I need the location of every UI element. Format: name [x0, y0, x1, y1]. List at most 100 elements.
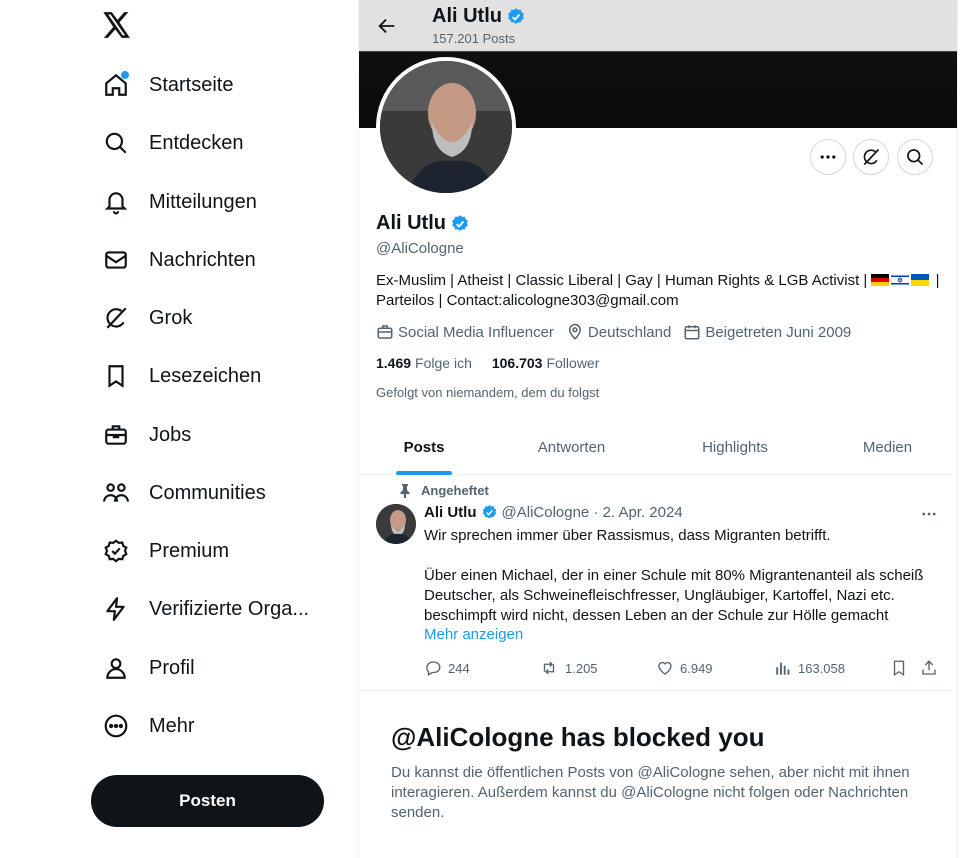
- sidebar-item-mitteilungen[interactable]: Mitteilungen: [96, 177, 257, 227]
- followed-by-text: Gefolgt von niemandem, dem du folgst: [376, 385, 600, 400]
- like-count: 6.949: [680, 660, 713, 676]
- briefcase-icon: [96, 415, 136, 455]
- sidebar-item-label: Communities: [149, 481, 266, 504]
- more-dots-icon: [820, 155, 836, 159]
- sidebar-item-premium[interactable]: Premium: [96, 526, 229, 576]
- sidebar-item-profil[interactable]: Profil: [96, 643, 195, 693]
- verified-badge-icon[interactable]: [481, 504, 498, 521]
- profile-name-text: Ali Utlu: [376, 212, 446, 234]
- divider: [359, 690, 957, 691]
- tweet-text-paragraph: Wir sprechen immer über Rassismus, dass …: [424, 527, 831, 544]
- location-pin-icon: [568, 323, 581, 340]
- followers-link[interactable]: 106.703 Follower: [492, 355, 600, 371]
- profile-joined: Beigetreten Juni 2009: [683, 323, 851, 341]
- flag-ukraine-icon: [911, 274, 930, 286]
- profile-location-text: Deutschland: [587, 323, 672, 341]
- sidebar-item-label: Nachrichten: [149, 248, 256, 271]
- calendar-icon: [684, 325, 700, 340]
- more-options-button[interactable]: [810, 139, 846, 175]
- blocked-title: @AliCologne has blocked you: [391, 722, 765, 752]
- bell-icon: [96, 182, 136, 222]
- bio-line-2: Parteilos | Contact:alicologne303@gmail.…: [376, 292, 679, 309]
- sidebar-item-label: Verifizierte Orga...: [149, 597, 310, 620]
- repost-button[interactable]: 1.205: [539, 656, 598, 680]
- tab-medien[interactable]: Medien: [816, 420, 957, 475]
- reply-button[interactable]: 244: [424, 656, 470, 680]
- sidebar-item-entdecken[interactable]: Entdecken: [96, 118, 244, 168]
- verified-badge-icon[interactable]: [506, 7, 526, 27]
- tweet-avatar[interactable]: [376, 504, 416, 544]
- views-button[interactable]: 163.058: [774, 656, 845, 680]
- repost-icon: [543, 661, 555, 675]
- lightning-icon: [96, 589, 136, 629]
- profile-meta: Social Media Influencer Deutschland Beig…: [376, 323, 863, 341]
- tweet-text: Wir sprechen immer über Rassismus, dass …: [424, 526, 944, 626]
- flag-germany-icon: [871, 274, 890, 286]
- following-label: Folge ich: [415, 355, 472, 371]
- repost-count: 1.205: [565, 660, 598, 676]
- briefcase-icon: [377, 325, 393, 339]
- tweet-handle-date[interactable]: @AliCologne · 2. Apr. 2024: [502, 504, 683, 521]
- tab-label: Antworten: [537, 439, 606, 456]
- sidebar-item-label: Mitteilungen: [149, 190, 257, 213]
- grok-button[interactable]: [853, 139, 889, 175]
- profile-joined-text: Beigetreten Juni 2009: [705, 323, 852, 341]
- more-circle-icon: [96, 706, 136, 746]
- followers-label: Follower: [546, 355, 600, 371]
- tab-active-indicator: [396, 471, 452, 475]
- grok-icon: [96, 298, 136, 338]
- sidebar-item-grok[interactable]: Grok: [96, 293, 192, 343]
- tab-label: Highlights: [702, 439, 768, 456]
- show-more-link[interactable]: Mehr anzeigen: [424, 626, 523, 643]
- tweet-more-icon[interactable]: [917, 504, 941, 524]
- sidebar-item-startseite[interactable]: Startseite: [96, 60, 233, 110]
- sidebar-item-jobs[interactable]: Jobs: [96, 410, 191, 460]
- profile-location: Deutschland: [566, 323, 671, 341]
- bookmark-icon: [893, 660, 905, 677]
- pinned-label-text: Angeheftet: [421, 483, 489, 498]
- home-icon: [96, 65, 136, 105]
- tab-posts[interactable]: Posts: [359, 420, 489, 475]
- tab-antworten[interactable]: Antworten: [489, 420, 654, 475]
- post-button[interactable]: Posten: [91, 775, 324, 827]
- profile-category: Social Media Influencer: [376, 323, 554, 341]
- back-arrow-icon[interactable]: [369, 8, 405, 44]
- flag-israel-icon: [891, 274, 910, 286]
- sidebar-item-verified-orgs[interactable]: Verifizierte Orga...: [96, 584, 309, 634]
- tab-highlights[interactable]: Highlights: [654, 420, 816, 475]
- bio-separator: |: [935, 272, 940, 289]
- tab-label: Posts: [403, 439, 445, 456]
- profile-header-bar: Ali Utlu 157.201 Posts: [359, 0, 957, 51]
- sidebar-item-label: Mehr: [149, 714, 195, 737]
- tweet-text-paragraph: Über einen Michael, der in einer Schule …: [424, 567, 924, 624]
- tweet-author-name[interactable]: Ali Utlu: [424, 504, 477, 521]
- x-logo-icon[interactable]: [100, 8, 134, 42]
- sidebar-item-label: Profil: [149, 656, 195, 679]
- search-profile-button[interactable]: [897, 139, 933, 175]
- profile-name: Ali Utlu: [376, 212, 470, 235]
- premium-icon: [96, 531, 136, 571]
- blocked-description: Du kannst die öffentlichen Posts von @Al…: [391, 764, 910, 821]
- profile-avatar[interactable]: [376, 57, 516, 197]
- tweet-actions: 244 1.205 6.949 163.058: [424, 656, 944, 680]
- pinned-label: Angeheftet: [399, 483, 489, 498]
- pin-icon: [400, 483, 410, 498]
- tab-label: Medien: [862, 439, 913, 456]
- like-button[interactable]: 6.949: [656, 656, 713, 680]
- follow-counts: 1.469 Folge ich 106.703 Follower: [376, 355, 619, 371]
- notification-dot: [121, 71, 129, 79]
- reply-icon: [426, 661, 441, 676]
- sidebar-item-nachrichten[interactable]: Nachrichten: [96, 235, 256, 285]
- sidebar-item-mehr[interactable]: Mehr: [96, 701, 195, 751]
- bookmark-button[interactable]: [890, 656, 914, 680]
- verified-badge-icon[interactable]: [450, 214, 470, 234]
- search-icon: [907, 149, 924, 166]
- following-link[interactable]: 1.469 Folge ich: [376, 355, 472, 371]
- bio-line-1: Ex-Muslim | Atheist | Classic Liberal | …: [376, 272, 868, 289]
- share-button[interactable]: [920, 656, 944, 680]
- sidebar-item-label: Entdecken: [149, 131, 244, 154]
- sidebar-item-lesezeichen[interactable]: Lesezeichen: [96, 351, 261, 401]
- followers-count: 106.703: [491, 355, 543, 371]
- profile-handle: @AliCologne: [376, 240, 464, 257]
- sidebar-item-communities[interactable]: Communities: [96, 468, 266, 518]
